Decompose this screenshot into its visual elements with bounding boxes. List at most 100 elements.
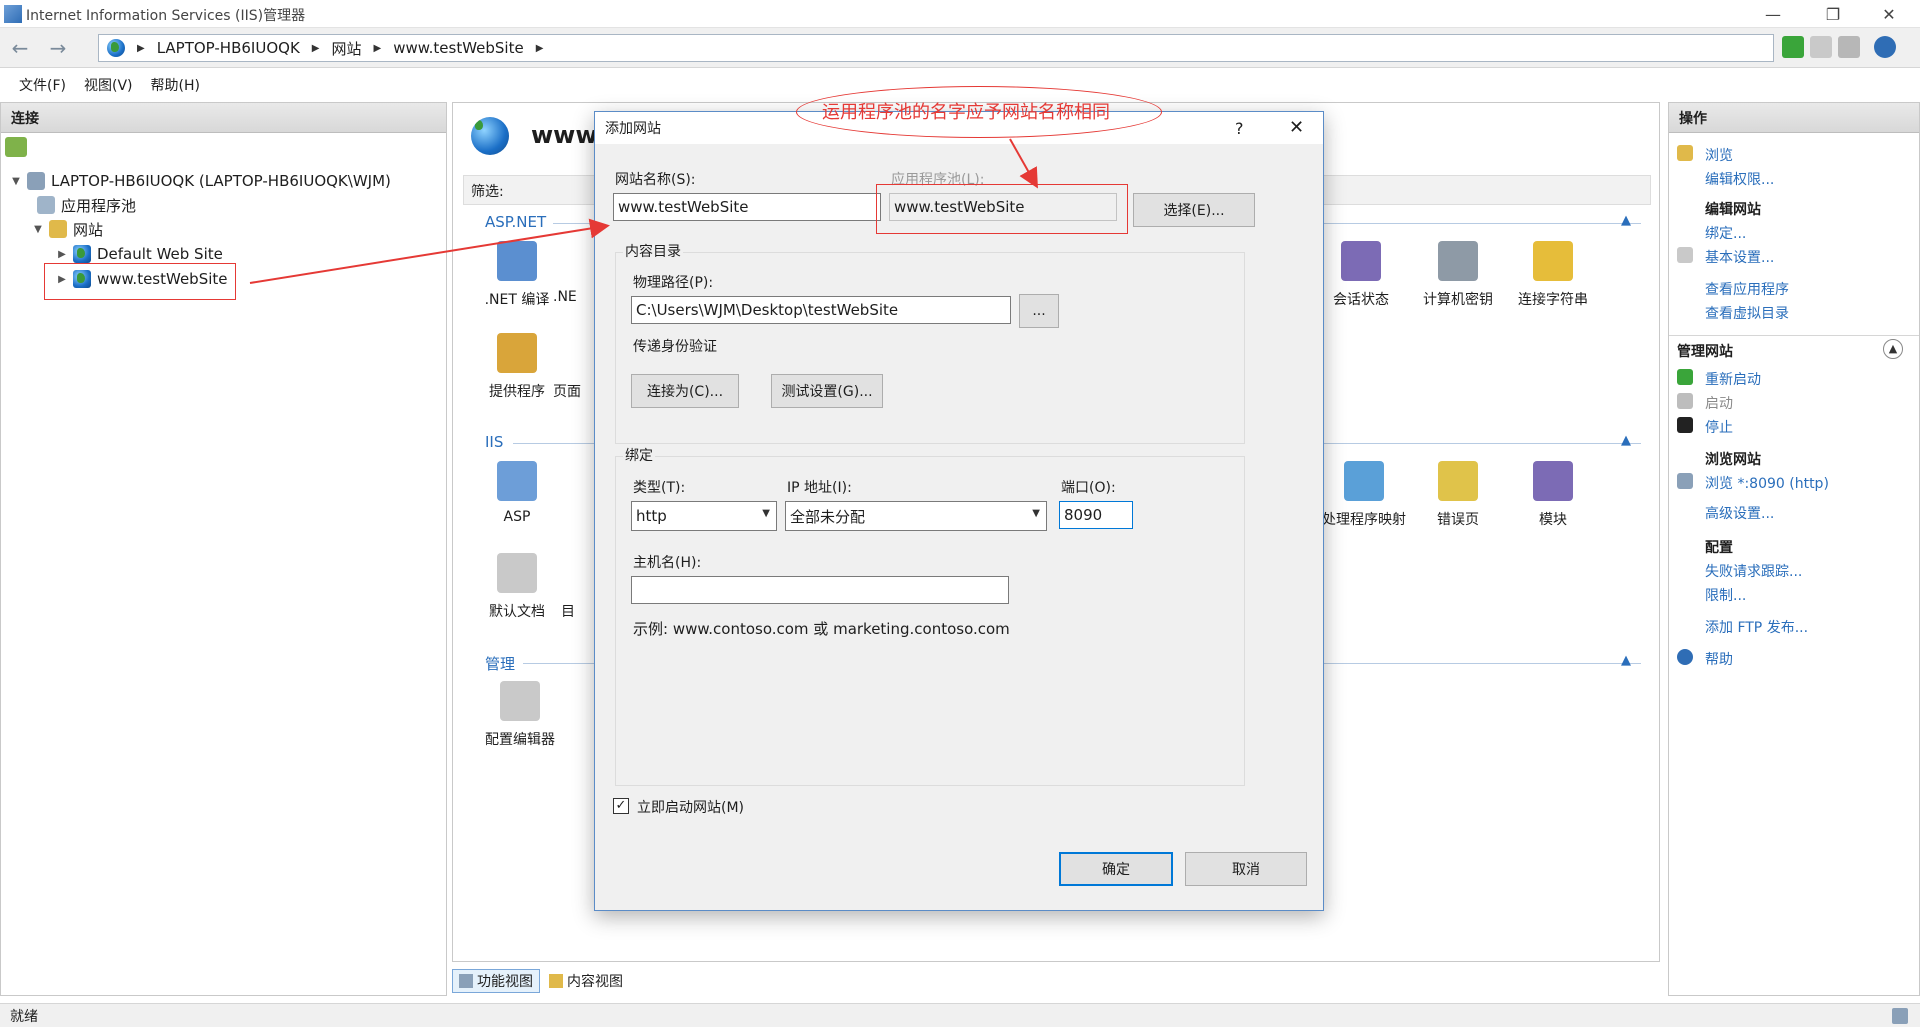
tree-node-sites[interactable]: ▼ 网站 [31,217,103,241]
feature-machine-key[interactable]: 计算机密钥 [1413,241,1503,309]
collapse-icon[interactable]: ▲ [1883,339,1903,359]
feature-label: 错误页 [1437,512,1479,528]
test-settings-button[interactable]: 测试设置(G)... [771,374,883,408]
feature-pages-partial[interactable]: 页面 [553,333,583,401]
collapse-icon[interactable]: ▲ [1621,433,1631,448]
action-basic-settings[interactable]: 基本设置... [1705,247,1774,267]
feature-handler-mappings[interactable]: 处理程序映射 [1321,461,1407,529]
connect-as-button[interactable]: 连接为(C)... [631,374,739,408]
refresh-icon[interactable] [1782,36,1804,58]
chevron-right-icon[interactable]: ▶ [55,249,69,260]
start-now-label[interactable]: 立即启动网站(M) [637,797,744,817]
feature-label: 模块 [1539,512,1567,528]
feature-session-state[interactable]: 会话状态 [1321,241,1401,309]
minimize-button[interactable]: — [1750,0,1796,28]
content-view-icon [549,974,563,988]
feature-asp[interactable]: ASP [477,461,557,525]
site-name-label: 网站名称(S): [615,172,696,188]
feature-label: 页面 [553,384,581,400]
physical-path-input[interactable]: C:\Users\WJM\Desktop\testWebSite [631,296,1011,324]
action-limits[interactable]: 限制... [1705,585,1746,605]
action-view-vdirs[interactable]: 查看虚拟目录 [1705,303,1789,323]
port-input[interactable]: 8090 [1059,501,1133,529]
ip-select[interactable]: 全部未分配 ▼ [785,501,1047,531]
tab-features-view[interactable]: 功能视图 [452,969,540,993]
hostname-input[interactable] [631,576,1009,604]
feature-net-partial[interactable]: .NE [553,241,583,305]
stop-icon[interactable] [1810,36,1832,58]
menu-help[interactable]: 帮助(H) [142,75,209,95]
action-browse-8090[interactable]: 浏览 *:8090 (http) [1705,473,1829,493]
feature-net-compile[interactable]: .NET 编译 [477,241,557,309]
section-management[interactable]: 管理 [485,653,515,674]
back-button[interactable]: ← [6,35,34,61]
site-name-input[interactable]: www.testWebSite [613,193,881,221]
passthrough-label: 传递身份验证 [633,339,717,355]
modules-icon [1533,461,1573,501]
chevron-down-icon: ▼ [762,508,770,519]
menu-file[interactable]: 文件(F) [10,75,75,95]
chevron-down-icon[interactable]: ▼ [31,224,45,235]
address-bar[interactable]: ▶ LAPTOP-HB6IUOQK ▶ 网站 ▶ www.testWebSite… [98,34,1774,62]
annotation-note: 运用程序池的名字应予网站名称相同 [822,102,1110,123]
action-advanced-settings[interactable]: 高级设置... [1705,503,1774,523]
tree-label: 应用程序池 [61,196,137,215]
chevron-down-icon: ▼ [1032,508,1040,519]
feature-conn-strings[interactable]: 连接字符串 [1505,241,1601,309]
forward-button[interactable]: → [44,35,72,61]
restore-button[interactable]: ❐ [1810,0,1856,28]
config-editor-icon [500,681,540,721]
breadcrumb-site[interactable]: www.testWebSite [393,39,524,57]
actions-header: 操作 [1669,103,1919,133]
type-select[interactable]: http ▼ [631,501,777,531]
chevron-down-icon[interactable]: ▼ [9,176,23,187]
action-browse[interactable]: 浏览 [1705,145,1733,165]
feature-config-editor[interactable]: 配置编辑器 [477,681,563,749]
action-restart[interactable]: 重新启动 [1705,369,1761,389]
feature-dir-partial[interactable]: 目 [561,553,581,621]
config-heading: 配置 [1705,540,1733,556]
start-now-checkbox[interactable]: ✓ [613,798,629,814]
dialog-help-icon[interactable]: ? [1235,119,1244,138]
section-aspnet[interactable]: ASP.NET [485,213,546,231]
tab-content-view[interactable]: 内容视图 [542,969,630,993]
feature-error-pages[interactable]: 错误页 [1413,461,1503,529]
title-bar: Internet Information Services (IIS)管理器 —… [0,0,1920,28]
action-add-ftp[interactable]: 添加 FTP 发布... [1705,617,1808,637]
home-icon[interactable] [1838,36,1860,58]
action-view-apps[interactable]: 查看应用程序 [1705,279,1789,299]
action-stop[interactable]: 停止 [1705,417,1733,437]
feature-providers[interactable]: 提供程序 [477,333,557,401]
close-window-button[interactable]: ✕ [1866,0,1912,28]
collapse-icon[interactable]: ▲ [1621,653,1631,668]
help-icon [1677,649,1693,665]
select-app-pool-button[interactable]: 选择(E)... [1133,193,1255,227]
feature-default-doc[interactable]: 默认文档 [477,553,557,621]
dialog-close-icon[interactable]: ✕ [1289,117,1304,138]
browse-path-button[interactable]: ... [1019,294,1059,328]
feature-label: .NET 编译 [484,292,550,308]
action-start[interactable]: 启动 [1705,393,1733,413]
help-icon[interactable] [1874,36,1896,58]
globe-icon [73,245,91,263]
action-bindings[interactable]: 绑定... [1705,223,1746,243]
hostname-label: 主机名(H): [633,555,702,571]
filter-label: 筛选: [471,184,504,200]
menu-view[interactable]: 视图(V) [75,75,142,95]
section-iis[interactable]: IIS [485,433,503,451]
tree-label: LAPTOP-HB6IUOQK (LAPTOP-HB6IUOQK\WJM) [51,172,391,190]
action-failed-request[interactable]: 失败请求跟踪... [1705,561,1802,581]
globe-icon [107,39,125,57]
collapse-icon[interactable]: ▲ [1621,213,1631,228]
ok-button[interactable]: 确定 [1059,852,1173,886]
cancel-button[interactable]: 取消 [1185,852,1307,886]
breadcrumb-server[interactable]: LAPTOP-HB6IUOQK [157,39,300,57]
action-edit-permissions[interactable]: 编辑权限... [1705,169,1774,189]
tree-node-app-pools[interactable]: 应用程序池 [37,193,136,217]
tree-node-server[interactable]: ▼ LAPTOP-HB6IUOQK (LAPTOP-HB6IUOQK\WJM) [9,169,391,193]
feature-modules[interactable]: 模块 [1505,461,1601,529]
breadcrumb-sites[interactable]: 网站 [331,38,361,59]
tab-label: 内容视图 [567,974,623,990]
action-help[interactable]: 帮助 [1705,649,1733,669]
new-connection-icon[interactable] [5,137,27,157]
